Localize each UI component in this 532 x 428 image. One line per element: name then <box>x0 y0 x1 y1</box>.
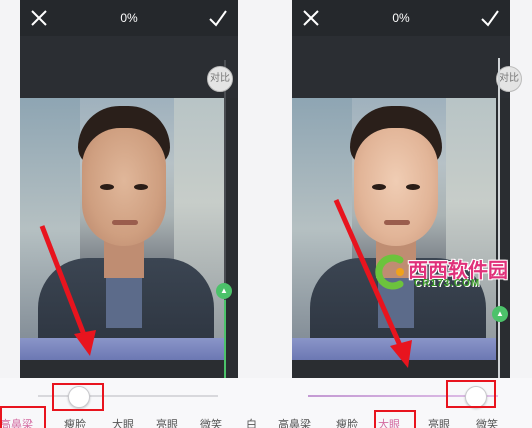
tab-slim-face[interactable]: 瘦脸 <box>336 416 358 428</box>
photo-face <box>354 128 438 246</box>
watermark: 西西软件园 CR173.COM <box>370 252 532 296</box>
canvas-padding <box>20 36 238 98</box>
editor-area: 0% <box>20 0 238 378</box>
highlight-box-tab <box>0 406 46 428</box>
top-bar: 0% <box>292 0 510 36</box>
compare-button[interactable]: 对比 <box>207 66 233 92</box>
top-bar: 0% <box>20 0 238 36</box>
watermark-subtitle: CR173.COM <box>414 278 481 289</box>
progress-label: 0% <box>392 11 410 25</box>
highlight-box-slider <box>52 383 104 411</box>
highlight-box-tab <box>374 410 416 428</box>
tab-smile[interactable]: 微笑 <box>476 416 498 428</box>
photo-face <box>82 128 166 246</box>
highlight-box-slider <box>446 380 496 408</box>
tab-slim-face[interactable]: 瘦脸 <box>64 416 86 428</box>
tab-bright-eyes[interactable]: 亮眼 <box>156 416 178 428</box>
tab-big-eyes[interactable]: 大眼 <box>112 416 134 428</box>
photo-preview[interactable] <box>20 98 224 360</box>
photo-preview[interactable] <box>292 98 496 360</box>
tab-nose[interactable]: 高鼻梁 <box>278 416 311 428</box>
check-icon[interactable] <box>480 8 500 28</box>
tab-smile[interactable]: 微笑 <box>200 416 222 428</box>
tab-bright-eyes[interactable]: 亮眼 <box>428 416 450 428</box>
watermark-logo-icon <box>375 254 404 290</box>
screenshot-left: 0% 对比 ▲ 高鼻梁 瘦脸 大眼 亮眼 微笑 白 <box>0 0 266 428</box>
check-icon[interactable] <box>208 8 228 28</box>
progress-label: 0% <box>120 11 138 25</box>
up-arrow-icon[interactable]: ▲ <box>492 306 508 322</box>
editor-area: 0% <box>292 0 510 378</box>
tab-whiten[interactable]: 白 <box>246 416 257 428</box>
canvas-padding <box>292 36 510 98</box>
up-arrow-icon[interactable]: ▲ <box>216 283 232 299</box>
screenshot-right: 0% 对比 ▲ 高鼻梁 瘦脸 大眼 亮眼 微笑 <box>266 0 532 428</box>
